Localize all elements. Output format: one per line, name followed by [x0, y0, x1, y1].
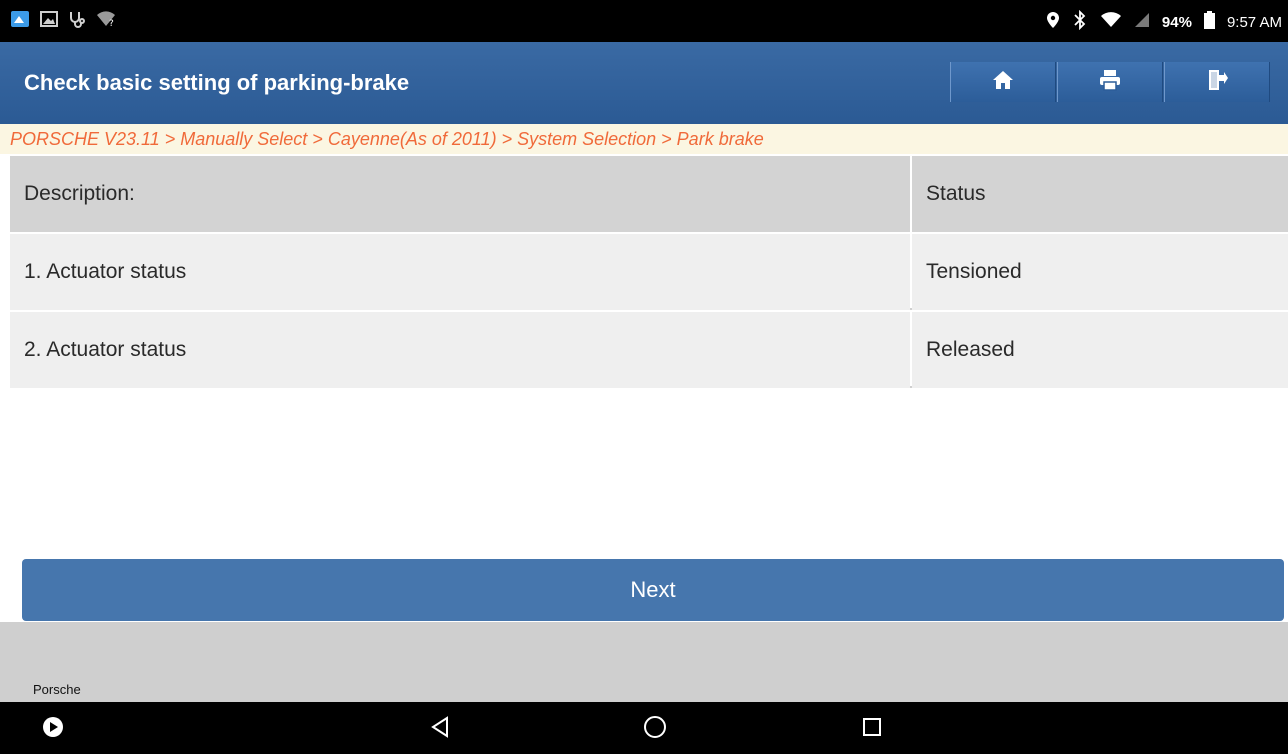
- home-icon: [992, 70, 1014, 95]
- table-header-row: Description: Status: [10, 156, 1288, 232]
- stethoscope-icon: [68, 10, 86, 33]
- home-nav-button[interactable]: [640, 714, 670, 744]
- footer-brand: Porsche: [33, 682, 81, 697]
- battery-percent: 94%: [1161, 13, 1192, 31]
- status-bar: ? 94% 9:57 AM: [0, 0, 1288, 42]
- home-button[interactable]: [950, 62, 1056, 102]
- print-button[interactable]: [1057, 62, 1163, 102]
- back-button[interactable]: [425, 714, 455, 744]
- status-table: Description: Status 1. Actuator status T…: [10, 156, 1288, 390]
- navigation-bar: [0, 702, 1288, 754]
- wifi-icon: [1100, 12, 1122, 32]
- print-icon: [1099, 69, 1121, 96]
- signal-icon: [1134, 12, 1150, 32]
- next-button[interactable]: Next: [22, 559, 1284, 621]
- app-header: Check basic setting of parking-brake: [0, 42, 1288, 124]
- status-left-icons: ?: [10, 10, 116, 33]
- table-row: 1. Actuator status Tensioned: [10, 234, 1288, 310]
- table-row: 2. Actuator status Released: [10, 312, 1288, 388]
- bluetooth-icon: [1072, 9, 1088, 34]
- gallery-icon: [40, 11, 58, 32]
- media-play-button[interactable]: [38, 714, 68, 744]
- play-circle-icon: [42, 716, 64, 743]
- app-icon: [10, 10, 30, 33]
- row-status: Tensioned: [912, 234, 1288, 310]
- battery-icon: [1203, 11, 1215, 33]
- column-header-status: Status: [912, 156, 1288, 232]
- row-description: 2. Actuator status: [10, 312, 910, 388]
- exit-icon: [1206, 69, 1228, 96]
- status-right-icons: 94% 9:57 AM: [1046, 9, 1282, 34]
- location-icon: [1046, 11, 1060, 33]
- wifi-question-icon: ?: [96, 11, 116, 32]
- footer: Porsche: [0, 622, 1288, 702]
- back-triangle-icon: [430, 715, 450, 743]
- clock: 9:57 AM: [1226, 13, 1282, 31]
- exit-button[interactable]: [1164, 62, 1270, 102]
- recents-button[interactable]: [857, 714, 887, 744]
- svg-text:?: ?: [109, 19, 114, 27]
- row-description: 1. Actuator status: [10, 234, 910, 310]
- page-title: Check basic setting of parking-brake: [24, 70, 410, 95]
- recents-square-icon: [862, 717, 882, 742]
- column-header-description: Description:: [10, 156, 910, 232]
- home-circle-icon: [643, 715, 667, 744]
- breadcrumb: PORSCHE V23.11 > Manually Select > Cayen…: [0, 124, 1288, 154]
- row-status: Released: [912, 312, 1288, 388]
